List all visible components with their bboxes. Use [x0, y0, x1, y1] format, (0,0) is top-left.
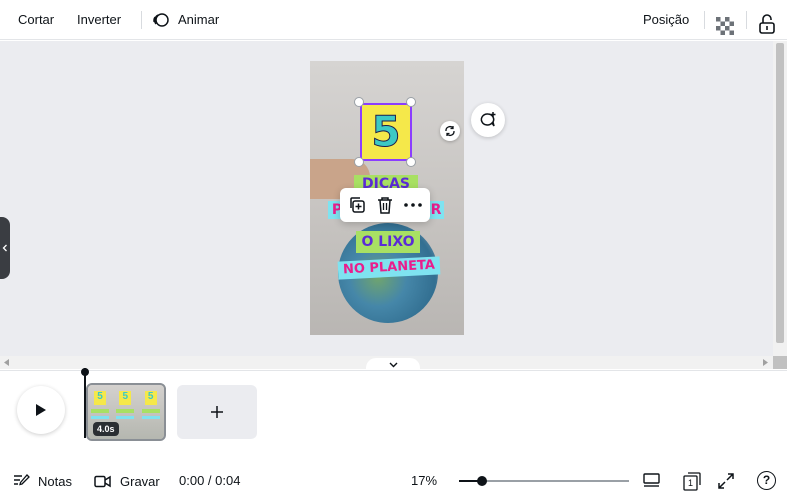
- crop-button[interactable]: Cortar: [18, 0, 54, 40]
- transparency-button[interactable]: [716, 11, 734, 35]
- zoom-percent[interactable]: 17%: [411, 462, 437, 500]
- number-text: 5: [371, 107, 401, 157]
- add-comment-button[interactable]: [471, 103, 505, 137]
- resize-handle-top-right[interactable]: [406, 97, 416, 107]
- animate-button[interactable]: Animar: [152, 0, 219, 40]
- clip-frame: 5: [138, 385, 164, 439]
- notes-button[interactable]: Notas: [13, 462, 72, 500]
- expand-icon: [718, 473, 734, 489]
- plus-icon: [211, 406, 223, 418]
- frame-number: 5: [94, 391, 106, 405]
- timeline-clip[interactable]: 5 5 5 4.0s: [86, 383, 166, 441]
- frame-number: 5: [144, 391, 157, 405]
- lock-button[interactable]: [758, 10, 776, 34]
- frame-banner: [141, 409, 160, 413]
- position-button[interactable]: Posição: [643, 0, 689, 40]
- animate-label: Animar: [178, 12, 220, 27]
- bottom-bar: Notas Gravar 0:00 / 0:04 17% 1 ?: [0, 462, 787, 500]
- scroll-right-arrow-icon[interactable]: [763, 359, 769, 366]
- grid-view-button[interactable]: [643, 473, 660, 489]
- video-camera-icon: [94, 475, 111, 487]
- fullscreen-button[interactable]: [718, 473, 734, 489]
- frame-banner: [141, 416, 160, 419]
- more-icon: [404, 203, 422, 207]
- notes-label: Notas: [38, 473, 72, 489]
- time-display: 0:00 / 0:04: [179, 473, 241, 488]
- frame-banner: [91, 416, 109, 419]
- element-context-menu: [340, 188, 430, 222]
- side-panel-toggle[interactable]: [0, 217, 10, 279]
- transparency-icon: [716, 17, 734, 35]
- more-options-button[interactable]: [402, 195, 424, 215]
- clip-duration-badge: 4.0s: [93, 422, 119, 436]
- layout-icon: [643, 473, 660, 487]
- page-count: 1: [687, 478, 693, 488]
- playhead-marker[interactable]: [81, 368, 89, 376]
- record-button[interactable]: Gravar: [94, 462, 160, 500]
- frame-banner: [91, 409, 109, 413]
- play-button[interactable]: [17, 386, 65, 434]
- scrollbar-thumb[interactable]: [776, 43, 784, 343]
- frame-number: 5: [119, 391, 132, 405]
- record-label: Gravar: [120, 473, 160, 489]
- scroll-corner: [773, 356, 787, 369]
- add-page-button[interactable]: [177, 385, 257, 439]
- resize-handle-bottom-left[interactable]: [354, 157, 364, 167]
- chevron-down-icon: [389, 362, 397, 368]
- trash-icon: [378, 197, 392, 214]
- resize-handle-top-left[interactable]: [354, 97, 364, 107]
- resize-handle-bottom-right[interactable]: [406, 157, 416, 167]
- chevron-left-icon: [2, 244, 7, 252]
- delete-button[interactable]: [374, 195, 396, 215]
- canvas-area[interactable]: 5 DICAS P R O LIXO NO PLANETA: [0, 41, 787, 356]
- toolbar-divider: [704, 11, 705, 29]
- timeline: 5 5 5 4.0s: [0, 368, 787, 458]
- animate-icon: [153, 13, 169, 27]
- duplicate-icon: [350, 197, 365, 213]
- vertical-scrollbar[interactable]: [773, 41, 787, 356]
- number-card[interactable]: 5: [360, 103, 412, 161]
- rotate-icon: [445, 126, 455, 136]
- notes-icon: [14, 474, 30, 486]
- play-icon: [36, 404, 46, 416]
- help-icon: ?: [762, 473, 771, 487]
- zoom-slider-thumb[interactable]: [477, 476, 487, 486]
- frame-banner: [116, 416, 135, 419]
- add-comment-icon: [480, 112, 496, 127]
- rotate-handle[interactable]: [440, 121, 460, 141]
- top-toolbar: Cortar Inverter Animar Posição: [0, 0, 787, 40]
- flip-button[interactable]: Inverter: [77, 0, 121, 40]
- banner-o-lixo[interactable]: O LIXO: [356, 231, 420, 253]
- banner-line2-right[interactable]: R: [428, 201, 444, 219]
- page-count-button[interactable]: 1: [682, 471, 702, 491]
- scroll-left-arrow-icon[interactable]: [4, 359, 10, 366]
- toolbar-divider: [141, 11, 142, 29]
- unlock-icon: [759, 14, 775, 34]
- toolbar-divider: [746, 11, 747, 29]
- help-button[interactable]: ?: [757, 471, 776, 490]
- frame-banner: [116, 409, 135, 413]
- duplicate-button[interactable]: [346, 195, 368, 215]
